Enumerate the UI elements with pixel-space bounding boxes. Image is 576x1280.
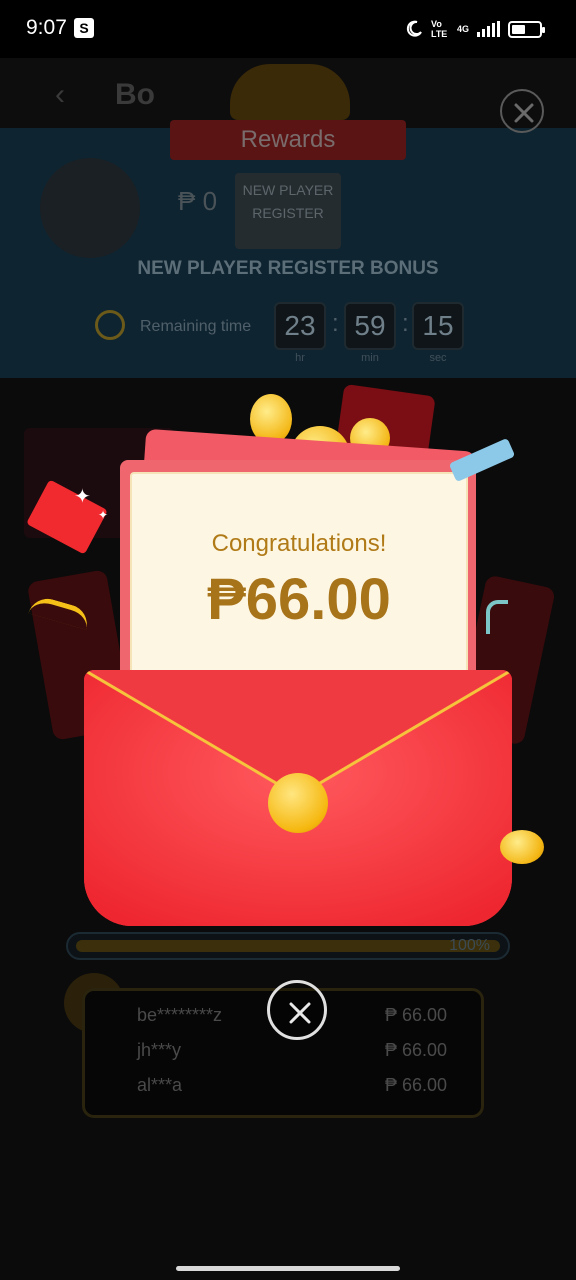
congrats-text: Congratulations! bbox=[211, 530, 387, 557]
close-icon bbox=[514, 103, 534, 123]
timer-unit-sec: sec bbox=[429, 352, 447, 364]
winner-name: be********z bbox=[137, 1005, 223, 1025]
new-player-chip: NEW PLAYER REGISTER bbox=[235, 173, 341, 249]
winner-name: al***a bbox=[137, 1075, 183, 1095]
winner-amount: ₱ 66.00 bbox=[384, 1040, 447, 1060]
timer-colon: : bbox=[402, 310, 409, 337]
sparkle-icon: ✦ bbox=[98, 508, 109, 522]
coin-icon bbox=[500, 830, 544, 864]
reward-popup: Congratulations! ₱66.00 ✦ ✦ bbox=[0, 380, 576, 940]
network-type-icon: 4G bbox=[456, 24, 469, 34]
timer-unit-hr: hr bbox=[295, 352, 305, 364]
sparkle-icon: ✦ bbox=[74, 486, 91, 508]
app-notification-icon: S bbox=[74, 18, 94, 38]
remaining-time-label: Remaining time bbox=[140, 318, 252, 335]
confetti-decoration bbox=[26, 479, 108, 555]
list-item: jh***y ₱ 66.00 bbox=[137, 1040, 447, 1061]
rewards-ribbon: Rewards bbox=[170, 120, 406, 160]
winner-amount: ₱ 66.00 bbox=[384, 1005, 447, 1025]
bonus-banner: ₱ 0 NEW PLAYER REGISTER NEW PLAYER REGIS… bbox=[0, 128, 576, 378]
stopwatch-icon bbox=[95, 310, 125, 340]
moon-icon bbox=[406, 20, 422, 37]
confetti-decoration bbox=[486, 600, 508, 634]
page-title: Bo bbox=[115, 78, 155, 111]
close-icon bbox=[289, 1002, 311, 1024]
coin-seal-icon bbox=[268, 773, 328, 833]
volte-icon: Vo LTE bbox=[430, 19, 448, 39]
avatar bbox=[40, 158, 140, 258]
winner-name: jh***y bbox=[137, 1040, 182, 1060]
status-time: 9:07 bbox=[26, 16, 67, 39]
signal-icon bbox=[477, 21, 500, 37]
timer-minutes: 59 bbox=[344, 302, 396, 350]
close-popup-button[interactable] bbox=[267, 980, 327, 1040]
timer-seconds: 15 bbox=[412, 302, 464, 350]
crown-decoration bbox=[230, 64, 350, 120]
status-bar: 9:07 S Vo LTE 4G bbox=[0, 0, 576, 58]
progress-fill bbox=[76, 940, 500, 952]
reward-amount: ₱66.00 bbox=[207, 567, 391, 632]
home-indicator[interactable] bbox=[176, 1266, 400, 1271]
battery-icon bbox=[508, 20, 545, 38]
timer-colon: : bbox=[332, 310, 339, 337]
list-item: al***a ₱ 66.00 bbox=[137, 1075, 447, 1096]
confetti-decoration bbox=[448, 437, 516, 483]
timer-unit-min: min bbox=[361, 352, 379, 364]
balance-text: ₱ 0 bbox=[178, 186, 218, 216]
timer-hours: 23 bbox=[274, 302, 326, 350]
winner-amount: ₱ 66.00 bbox=[384, 1075, 447, 1095]
back-icon[interactable]: ‹ bbox=[55, 78, 65, 112]
status-indicators: Vo LTE 4G bbox=[405, 16, 545, 42]
dismiss-button[interactable] bbox=[500, 89, 544, 133]
bonus-title: NEW PLAYER REGISTER BONUS bbox=[137, 258, 439, 279]
